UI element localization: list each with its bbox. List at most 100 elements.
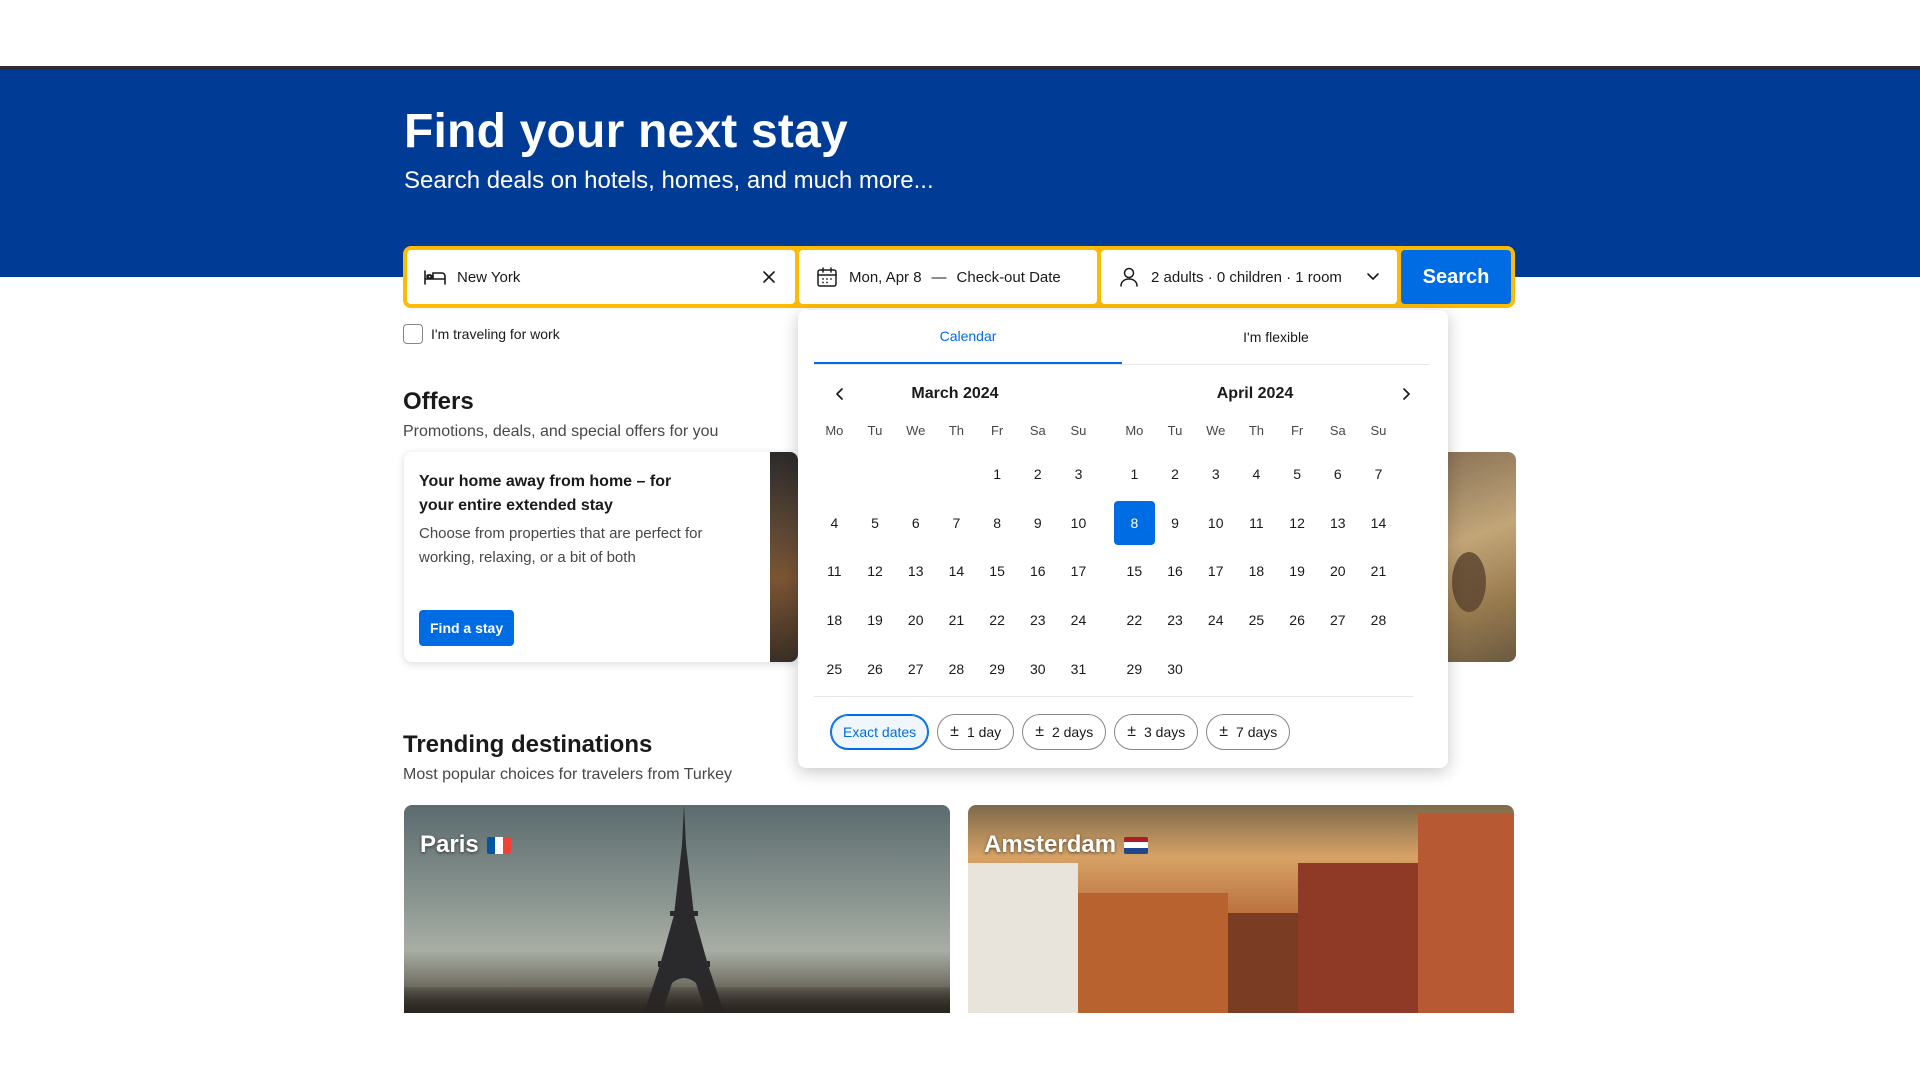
flex-chips: Exact dates ±1 day ±2 days ±3 days ±7 days (830, 714, 1291, 750)
day-cell[interactable]: 5 (1277, 450, 1318, 499)
chip-label: Exact dates (843, 724, 917, 740)
day-cell[interactable]: 9 (1017, 499, 1058, 548)
search-button[interactable]: Search (1401, 250, 1511, 304)
day-cell[interactable]: 10 (1058, 499, 1099, 548)
day-cell[interactable]: 13 (1317, 499, 1358, 548)
fr-flag-icon (486, 836, 511, 854)
day-cell[interactable]: 15 (977, 547, 1018, 596)
date-field[interactable]: Mon, Apr 8 — Check-out Date (799, 250, 1097, 304)
day-cell[interactable]: 23 (1155, 596, 1196, 645)
day-cell[interactable]: 27 (1317, 596, 1358, 645)
day-cell[interactable]: 3 (1058, 450, 1099, 499)
day-cell[interactable]: 16 (1155, 547, 1196, 596)
day-cell[interactable]: 12 (1277, 499, 1318, 548)
guests-value: 2 adults · 0 children · 1 room (1151, 268, 1342, 286)
destination-card-amsterdam[interactable]: Amsterdam (968, 805, 1514, 1013)
plus-minus-icon: ± (1035, 723, 1044, 740)
day-cell[interactable]: 18 (814, 596, 855, 645)
day-cell[interactable]: 11 (1236, 499, 1277, 548)
day-cell[interactable]: 7 (936, 499, 977, 548)
date-flex-chip[interactable]: ±1 day (937, 714, 1015, 750)
weekday-label: Fr (1290, 422, 1304, 438)
day-cell[interactable]: 23 (1017, 596, 1058, 645)
day-cell[interactable]: 2 (1017, 450, 1058, 499)
day-cell[interactable]: 17 (1058, 547, 1099, 596)
checkin-value: Mon, Apr 8 (849, 268, 922, 286)
day-cell[interactable]: 30 (1155, 644, 1196, 693)
day-cell[interactable]: 20 (1317, 547, 1358, 596)
day-cell[interactable]: 25 (814, 644, 855, 693)
date-flex-chip[interactable]: ±2 days (1022, 714, 1107, 750)
day-cell[interactable]: 24 (1195, 596, 1236, 645)
day-cell[interactable]: 2 (1155, 450, 1196, 499)
day-cell[interactable]: 14 (936, 547, 977, 596)
work-travel-checkbox[interactable]: I'm traveling for work (403, 324, 560, 344)
day-cell[interactable]: 21 (936, 596, 977, 645)
day-cell[interactable]: 31 (1058, 644, 1099, 693)
building-image (1298, 863, 1418, 1013)
day-cell[interactable]: 25 (1236, 596, 1277, 645)
day-cell[interactable]: 22 (977, 596, 1018, 645)
checkout-placeholder: Check-out Date (956, 268, 1061, 286)
day-cell[interactable]: 28 (1358, 596, 1399, 645)
day-cell[interactable]: 19 (1277, 547, 1318, 596)
day-cell[interactable]: 8 (1114, 500, 1155, 546)
day-cell[interactable]: 26 (1277, 596, 1318, 645)
day-cell[interactable]: 22 (1114, 596, 1155, 645)
day-cell[interactable]: 7 (1358, 450, 1399, 499)
weekday-label: Su (1070, 422, 1087, 438)
day-cell[interactable]: 10 (1195, 499, 1236, 548)
day-cell[interactable]: 8 (977, 499, 1018, 548)
find-a-stay-button[interactable]: Find a stay (419, 610, 515, 646)
day-cell[interactable]: 4 (1236, 450, 1277, 499)
day-cell[interactable]: 15 (1114, 547, 1155, 596)
date-flex-chip[interactable]: ±7 days (1206, 714, 1291, 750)
day-cell[interactable]: 18 (1236, 547, 1277, 596)
day-cell[interactable]: 16 (1017, 547, 1058, 596)
offer-heading: Your home away from home – for your enti… (419, 473, 672, 514)
offers-subtitle: Promotions, deals, and special offers fo… (403, 423, 719, 440)
day-cell[interactable]: 26 (855, 644, 896, 693)
day-cell[interactable]: 3 (1195, 450, 1236, 499)
day-cell[interactable]: 17 (1195, 547, 1236, 596)
checkbox-box[interactable] (403, 324, 423, 344)
clear-icon[interactable] (757, 265, 781, 289)
day-cell[interactable]: 1 (1114, 450, 1155, 499)
day-cell[interactable]: 13 (895, 547, 936, 596)
day-cell[interactable]: 19 (855, 596, 896, 645)
day-cell[interactable]: 30 (1017, 644, 1058, 693)
offer-card-image-right[interactable] (1446, 452, 1516, 662)
day-cell[interactable]: 29 (977, 644, 1018, 693)
date-flex-chip[interactable]: ±3 days (1114, 714, 1199, 750)
day-cell[interactable]: 24 (1058, 596, 1099, 645)
day-cell[interactable]: 14 (1358, 499, 1399, 548)
guests-field[interactable]: 2 adults · 0 children · 1 room (1101, 250, 1397, 304)
day-cell[interactable]: 1 (977, 450, 1018, 499)
day-cell[interactable]: 9 (1155, 499, 1196, 548)
tab-flexible[interactable]: I'm flexible (1122, 310, 1430, 364)
destination-value[interactable]: New York (457, 269, 520, 286)
day-cell[interactable]: 12 (855, 547, 896, 596)
day-cell[interactable]: 20 (895, 596, 936, 645)
day-cell[interactable]: 6 (1317, 450, 1358, 499)
weekday-label: Sa (1329, 422, 1346, 438)
date-separator: — (931, 268, 947, 286)
tab-divider (814, 364, 1430, 365)
day-cell[interactable]: 11 (814, 547, 855, 596)
day-cell[interactable]: 4 (814, 499, 855, 548)
day-cell[interactable]: 28 (936, 644, 977, 693)
chevron-down-icon[interactable] (1363, 266, 1383, 286)
day-cell[interactable]: 6 (895, 499, 936, 548)
chip-label: 2 days (1051, 724, 1094, 740)
weekday-label: Th (948, 422, 964, 438)
tab-calendar[interactable]: Calendar (814, 310, 1122, 364)
day-cell[interactable]: 21 (1358, 547, 1399, 596)
day-cell[interactable]: 27 (895, 644, 936, 693)
date-flex-chip[interactable]: Exact dates (830, 714, 930, 750)
day-cell[interactable]: 29 (1114, 644, 1155, 693)
day-cell[interactable]: 5 (855, 499, 896, 548)
destination-card-paris[interactable]: Paris (404, 805, 950, 1013)
offer-body: Choose from properties that are perfect … (419, 525, 703, 566)
chevron-right-icon[interactable] (1392, 380, 1420, 408)
destination-field[interactable]: New York (407, 250, 795, 304)
